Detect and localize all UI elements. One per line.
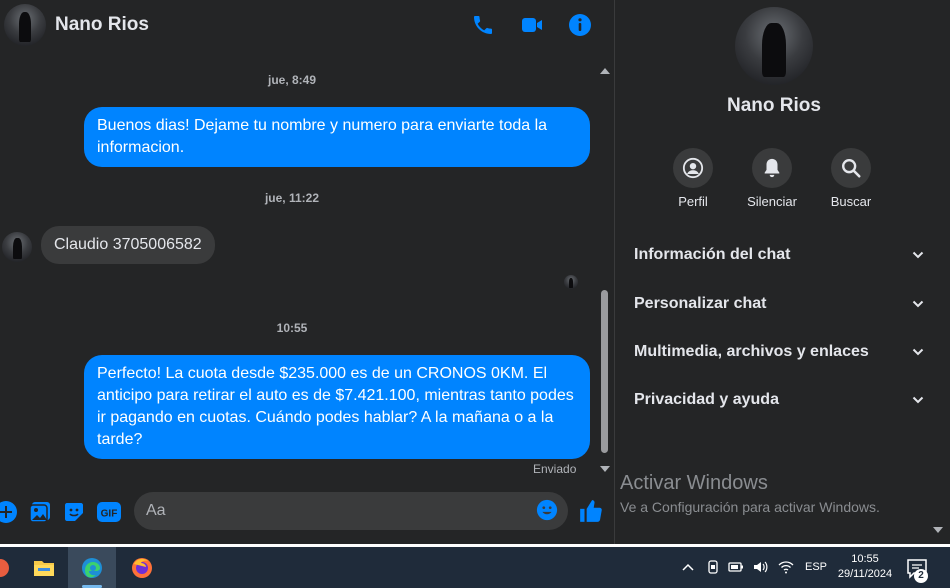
section-label: Privacidad y ayuda: [634, 391, 779, 408]
section-label: Personalizar chat: [634, 295, 767, 312]
section-media-files-links[interactable]: Multimedia, archivos y enlaces: [634, 337, 924, 367]
section-label: Información del chat: [634, 246, 791, 263]
conversation-details-panel: Nano Rios Perfil Silenciar Buscar Inform…: [615, 0, 950, 544]
search-label: Buscar: [830, 194, 872, 209]
plus-icon[interactable]: [0, 500, 18, 524]
mute-label: Silenciar: [747, 194, 797, 209]
watermark-title: Activar Windows: [620, 472, 768, 494]
chat-scrollbar[interactable]: [597, 65, 612, 475]
section-label: Multimedia, archivos y enlaces: [634, 343, 869, 360]
outgoing-message[interactable]: Buenos dias! Dejame tu nombre y numero p…: [84, 107, 590, 167]
message-timestamp: 10:55: [276, 321, 308, 335]
section-privacy-help[interactable]: Privacidad y ayuda: [634, 385, 924, 415]
chevron-up-icon[interactable]: [680, 559, 696, 575]
outgoing-message[interactable]: Perfecto! La cuota desde $235.000 es de …: [84, 355, 590, 459]
clock-date: 29/11/2024: [837, 568, 893, 580]
section-chat-info[interactable]: Información del chat: [634, 240, 924, 270]
sticker-icon[interactable]: [62, 500, 86, 524]
app-icon: [0, 558, 9, 577]
contact-avatar[interactable]: [4, 4, 46, 46]
watermark-subtitle: Ve a Configuración para activar Windows.: [620, 499, 880, 515]
gif-label: GIF: [101, 509, 118, 520]
windows-activation-watermark: Activar Windows Ve a Configuración para …: [620, 472, 880, 515]
image-icon[interactable]: [28, 500, 52, 524]
seen-indicator-avatar: [564, 275, 578, 289]
scroll-thumb[interactable]: [601, 290, 608, 453]
sender-avatar[interactable]: [2, 232, 32, 262]
profile-label: Perfil: [678, 194, 708, 209]
info-icon[interactable]: [568, 13, 592, 37]
message-timestamp: jue, 8:49: [267, 73, 317, 87]
edge-icon: [82, 557, 102, 578]
profile-icon: [682, 157, 704, 179]
search-icon: [842, 159, 861, 178]
contact-name[interactable]: Nano Rios: [55, 14, 149, 36]
chevron-down-icon: [912, 348, 924, 356]
taskbar-file-explorer[interactable]: [20, 547, 68, 588]
sent-status: Enviado: [533, 462, 577, 476]
input-language[interactable]: ESP: [805, 561, 827, 573]
scroll-down-arrow[interactable]: [600, 466, 610, 472]
incoming-message[interactable]: Claudio 3705006582: [41, 226, 215, 264]
video-call-icon[interactable]: [520, 13, 544, 37]
chevron-down-icon: [912, 300, 924, 308]
volume-icon[interactable]: [752, 559, 768, 575]
gif-icon[interactable]: GIF: [96, 500, 122, 524]
chat-pane: Nano Rios jue, 8:49 Buenos dias! Dejame …: [0, 0, 614, 544]
profile-button[interactable]: Perfil: [653, 148, 733, 209]
bell-icon: [764, 158, 780, 178]
message-timestamp: jue, 11:22: [264, 191, 320, 205]
contact-profile-avatar[interactable]: [735, 7, 813, 85]
battery-icon[interactable]: [728, 559, 744, 575]
sidebar-contact-name: Nano Rios: [727, 95, 821, 116]
file-explorer-icon: [34, 560, 54, 576]
chat-header: Nano Rios: [0, 0, 614, 52]
message-input[interactable]: [134, 492, 568, 530]
like-icon[interactable]: [578, 498, 604, 524]
wifi-icon[interactable]: [778, 559, 794, 575]
meet-now-icon[interactable]: [705, 559, 721, 575]
section-customize-chat[interactable]: Personalizar chat: [634, 289, 924, 319]
taskbar-firefox[interactable]: [118, 547, 166, 588]
notification-count-badge: 2: [914, 569, 928, 583]
windows-taskbar: ESP 10:55 29/11/2024 2: [0, 547, 950, 588]
clock-time: 10:55: [851, 553, 879, 565]
chevron-down-icon: [912, 396, 924, 404]
taskbar-clock[interactable]: 10:55 29/11/2024: [832, 552, 898, 582]
phone-icon[interactable]: [471, 13, 495, 37]
message-composer: GIF: [0, 488, 614, 536]
emoji-icon[interactable]: [536, 499, 558, 521]
firefox-icon: [132, 557, 152, 578]
panel-scroll-down-arrow[interactable]: [933, 527, 943, 533]
mute-button[interactable]: Silenciar: [732, 148, 812, 209]
scroll-up-arrow[interactable]: [600, 68, 610, 74]
chevron-down-icon: [912, 251, 924, 259]
search-button[interactable]: Buscar: [811, 148, 891, 209]
taskbar-edge[interactable]: [68, 547, 116, 588]
